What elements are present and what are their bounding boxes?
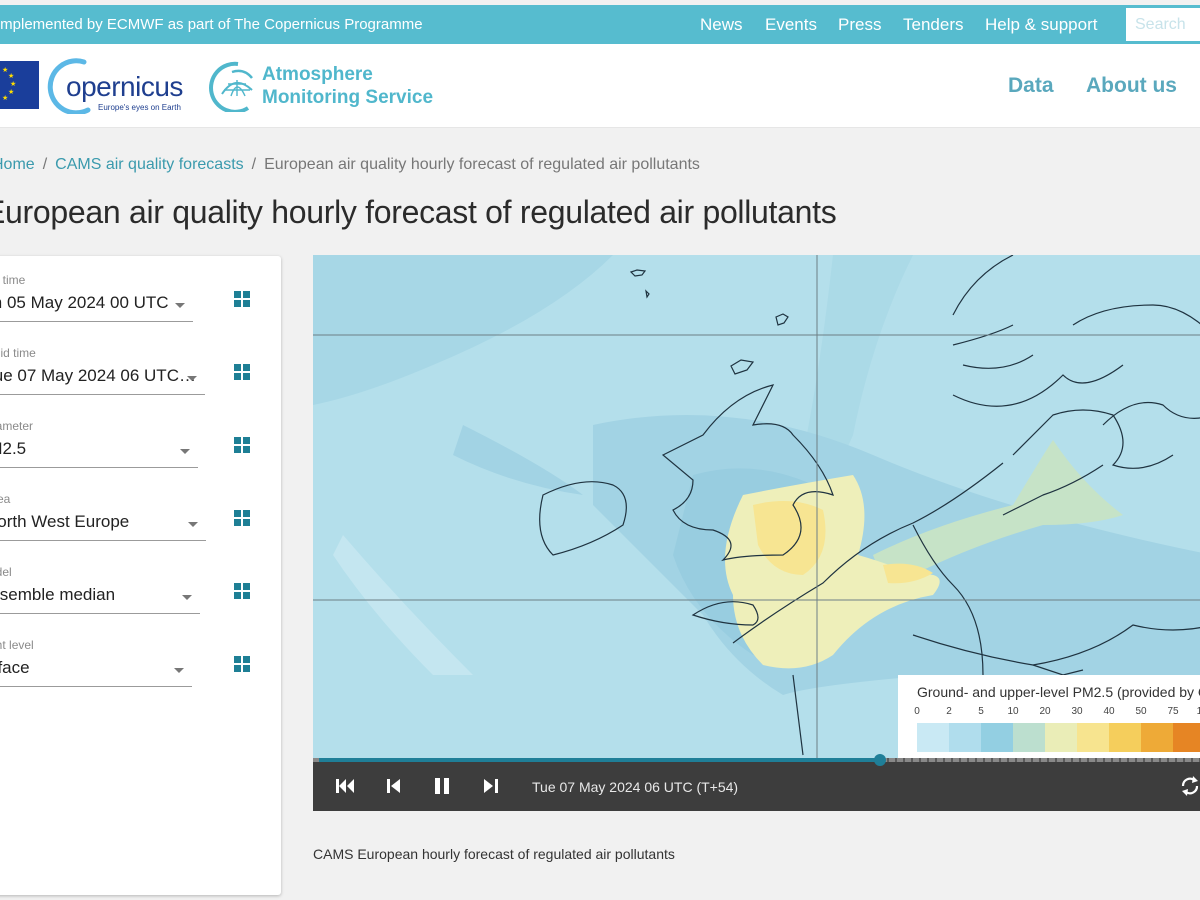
grid-view-icon[interactable] [234,364,250,380]
legend-color-swatch [1013,723,1045,752]
top-bar: Implemented by ECMWF as part of The Cope… [0,5,1200,44]
legend-tick-label: 100 [1196,706,1200,717]
legend-color-swatch [981,723,1013,752]
legend-tick-label: 75 [1167,706,1179,717]
field-label: Base time [0,273,26,287]
breadcrumb-separator: / [42,156,48,173]
dropdown-caret-icon [187,376,197,381]
legend-title: Ground- and upper-level PM2.5 (provided … [917,684,1200,700]
grid-view-icon[interactable] [234,583,250,599]
dropdown-caret-icon [188,522,198,527]
legend-color-swatch [1109,723,1141,752]
concentration-band-low [313,255,613,405]
eu-flag-logo: ★ ★ ★ ★ ★ ★ ★ [0,61,39,109]
field-label: Height level [0,638,34,652]
valid-time-select[interactable]: Valid time Tue 07 May 2024 06 UTC… [0,346,205,406]
copernicus-logo[interactable]: opernicus Europe's eyes on Earth [44,58,189,114]
breadcrumb: Home / CAMS air quality forecasts / European… [0,156,700,174]
base-time-select[interactable]: Base time Sun 05 May 2024 00 UTC [0,273,193,333]
controls-panel: Base time Sun 05 May 2024 00 UTC Valid t… [0,256,281,895]
search-input[interactable] [1126,8,1200,41]
breadcrumb-cams-forecasts[interactable]: CAMS air quality forecasts [55,156,244,173]
dropdown-caret-icon [175,303,185,308]
legend-color-swatch [1173,723,1200,752]
page-title: European air quality hourly forecast of … [0,194,837,230]
field-value: Surface [0,658,30,677]
nav-help-support[interactable]: Help & support [985,15,1097,35]
timeline-handle[interactable] [874,754,886,766]
height-level-select[interactable]: Height level Surface [0,638,192,698]
parameter-select[interactable]: Parameter PM2.5 [0,419,198,479]
field-value: Ensemble median [0,585,116,604]
legend-color-swatch [917,723,949,752]
dropdown-caret-icon [174,668,184,673]
grid-view-icon[interactable] [234,656,250,672]
area-select[interactable]: Area North West Europe [0,492,206,552]
field-value: PM2.5 [0,439,27,458]
legend-tick-label: 10 [1007,706,1019,717]
concentration-band-low [453,425,583,495]
legend-tick-label: 50 [1135,706,1147,717]
field-value: Tue 07 May 2024 06 UTC… [0,366,196,385]
legend-tick-label: 2 [946,706,952,717]
main-nav-data[interactable]: Data [1008,74,1054,98]
grid-view-icon[interactable] [234,510,250,526]
field-label: Valid time [0,346,36,360]
nav-press[interactable]: Press [838,15,881,35]
breadcrumb-home[interactable]: Home [0,156,35,173]
grid-view-icon[interactable] [234,291,250,307]
dropdown-caret-icon [182,595,192,600]
field-value: Sun 05 May 2024 00 UTC [0,293,169,312]
breadcrumb-separator: / [251,156,257,173]
nav-events[interactable]: Events [765,15,817,35]
field-label: Parameter [0,419,34,433]
timeline-progress [319,758,880,762]
previous-frame-button[interactable] [387,778,401,794]
pause-button[interactable] [435,778,449,794]
loop-icon [1181,776,1199,796]
legend-color-swatch [1077,723,1109,752]
legend-tick-label: 5 [978,706,984,717]
forecast-map[interactable]: Ground- and upper-level PM2.5 (provided … [313,255,1200,759]
pause-icon [435,778,449,794]
site-header: ★ ★ ★ ★ ★ ★ ★ opernicus Europe's eyes on… [0,44,1200,128]
legend-color-swatch [949,723,981,752]
concentration-band-clean [333,535,473,675]
cams-logo[interactable]: Atmosphere Monitoring Service [208,60,458,116]
nav-tenders[interactable]: Tenders [903,15,963,35]
field-value: North West Europe [0,512,130,531]
field-label: Area [0,492,11,506]
step-back-icon [387,779,400,793]
service-name-line1: Atmosphere [262,64,373,85]
current-time-label: Tue 07 May 2024 06 UTC (T+54) [532,779,739,795]
first-frame-button[interactable] [336,778,354,794]
legend-tick-label: 30 [1071,706,1083,717]
service-name-line2: Monitoring Service [262,87,434,108]
model-select[interactable]: Model Ensemble median [0,565,200,625]
copernicus-wordmark: opernicus [66,71,183,102]
legend-tick-label: 40 [1103,706,1115,717]
globe-icon [209,61,253,112]
map-caption: CAMS European hourly forecast of regulat… [313,846,675,862]
legend-color-swatch [1045,723,1077,752]
legend-tick-label: 0 [914,706,920,717]
tagline: Implemented by ECMWF as part of The Cope… [0,16,423,33]
main-nav-about-us[interactable]: About us [1086,74,1177,98]
grid-view-icon[interactable] [234,437,250,453]
skip-to-start-icon [336,779,354,793]
step-forward-icon [484,779,498,793]
nav-news[interactable]: News [700,15,743,35]
next-frame-button[interactable] [484,778,498,794]
breadcrumb-current: European air quality hourly forecast of … [264,156,700,173]
field-label: Model [0,565,12,579]
legend-tick-label: 20 [1039,706,1051,717]
loop-button[interactable] [1179,775,1200,797]
dropdown-caret-icon [180,449,190,454]
legend-color-swatch [1141,723,1173,752]
copernicus-tagline: Europe's eyes on Earth [98,103,181,112]
map-legend: Ground- and upper-level PM2.5 (provided … [898,675,1200,759]
animation-player: Tue 07 May 2024 06 UTC (T+54) [313,754,1200,811]
